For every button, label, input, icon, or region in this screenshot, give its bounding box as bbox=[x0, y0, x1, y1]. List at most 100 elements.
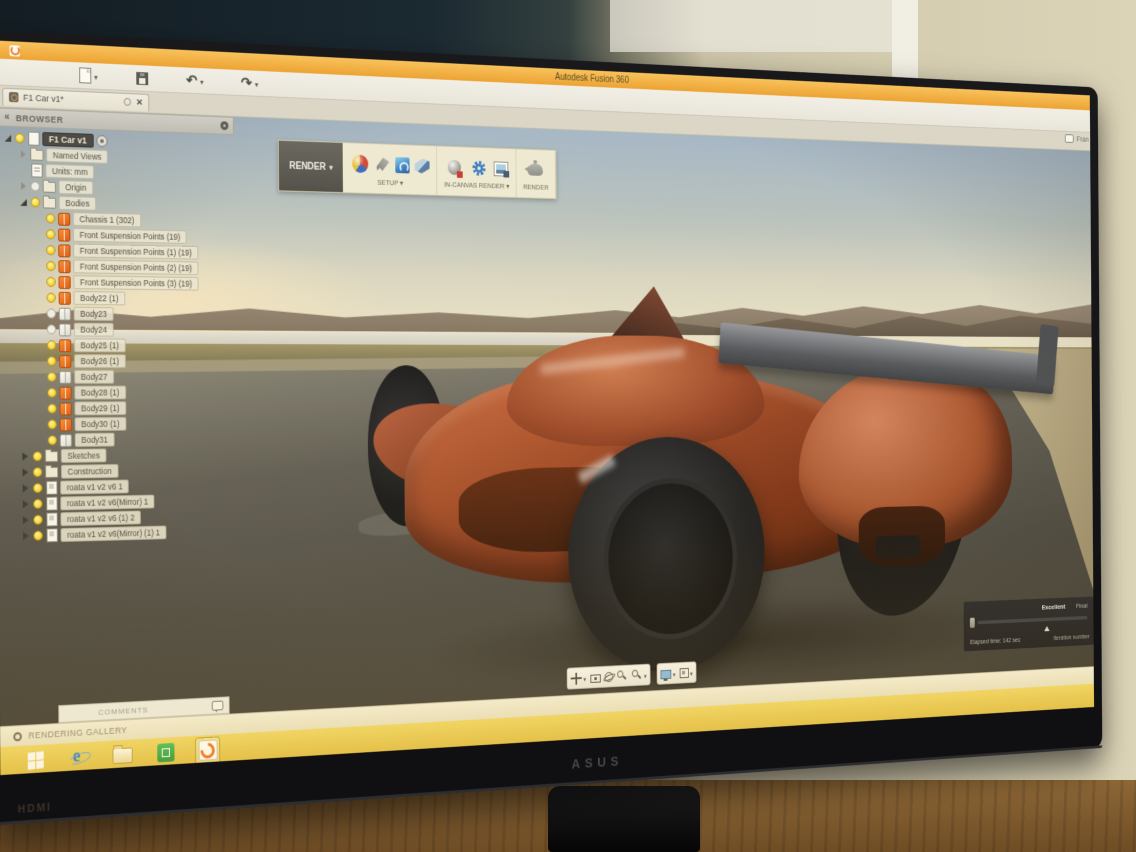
toolbar-group-label[interactable]: RENDER bbox=[523, 182, 548, 191]
in-canvas-render-button[interactable] bbox=[445, 155, 465, 180]
comments-expand-icon[interactable] bbox=[212, 701, 224, 711]
tree-item-label[interactable]: F1 Car v1 bbox=[42, 132, 93, 148]
decal-button[interactable] bbox=[395, 157, 409, 173]
tree-expand-icon[interactable] bbox=[18, 182, 28, 190]
visibility-bulb-icon[interactable] bbox=[46, 261, 55, 271]
tree-item-label[interactable]: Body28 (1) bbox=[74, 386, 125, 400]
visibility-bulb-icon[interactable] bbox=[47, 309, 56, 319]
render-settings-button[interactable] bbox=[469, 155, 489, 180]
document-tab[interactable]: F1 Car v1* ✕ bbox=[2, 87, 149, 111]
toolbar-group-label[interactable]: IN-CANVAS RENDER ▾ bbox=[444, 180, 509, 190]
visibility-bulb-icon[interactable] bbox=[47, 340, 56, 350]
tree-item-label[interactable]: Body26 (1) bbox=[74, 354, 125, 368]
tree-expand-icon[interactable] bbox=[18, 150, 28, 158]
dropdown-caret-icon[interactable] bbox=[200, 72, 204, 90]
zoom-window-button[interactable] bbox=[617, 670, 628, 682]
teapot-render-button[interactable] bbox=[526, 157, 545, 181]
qat-undo-button[interactable] bbox=[186, 71, 204, 89]
collapse-panel-icon[interactable] bbox=[4, 112, 10, 123]
tree-row[interactable]: Body24 bbox=[0, 321, 235, 338]
tree-item-label[interactable]: Named Views bbox=[46, 148, 108, 164]
tree-row[interactable]: Body28 (1) bbox=[1, 384, 236, 401]
tree-item-label[interactable]: Body22 (1) bbox=[74, 291, 125, 305]
tree-row[interactable]: Body23 bbox=[0, 305, 235, 323]
visibility-bulb-icon[interactable] bbox=[33, 483, 42, 493]
taskbar-windows-start-button[interactable] bbox=[23, 747, 48, 774]
zoom-button[interactable] bbox=[631, 667, 646, 684]
tree-item-label[interactable]: Body30 (1) bbox=[75, 417, 126, 431]
visibility-bulb-icon[interactable] bbox=[47, 372, 56, 382]
taskbar-file-explorer-button[interactable] bbox=[111, 742, 135, 769]
dropdown-caret-icon[interactable] bbox=[255, 75, 259, 92]
tree-expand-icon[interactable] bbox=[21, 484, 31, 492]
panel-options-icon[interactable] bbox=[220, 121, 228, 130]
tree-row[interactable]: Body26 (1) bbox=[1, 353, 236, 369]
qat-redo-button[interactable] bbox=[241, 74, 258, 92]
tree-expand-icon[interactable] bbox=[21, 468, 31, 476]
tree-expand-icon[interactable] bbox=[3, 134, 13, 142]
tree-item-label[interactable]: Front Suspension Points (2) (19) bbox=[73, 259, 198, 275]
tree-row[interactable]: Body25 (1) bbox=[1, 337, 236, 354]
visibility-bulb-icon[interactable] bbox=[33, 467, 42, 477]
tree-item-label[interactable]: roata v1 v2 v6 (1) 2 bbox=[60, 511, 141, 527]
dropdown-caret-icon[interactable] bbox=[644, 667, 647, 683]
taskbar-internet-explorer-button[interactable] bbox=[67, 744, 91, 771]
tree-expand-icon[interactable] bbox=[21, 532, 31, 540]
visibility-bulb-icon[interactable] bbox=[33, 451, 42, 461]
dropdown-caret-icon[interactable] bbox=[673, 665, 676, 681]
visibility-bulb-icon[interactable] bbox=[33, 515, 42, 525]
tree-item-label[interactable]: Front Suspension Points (3) (19) bbox=[73, 275, 198, 290]
viewport-layout-button[interactable] bbox=[679, 664, 692, 681]
scene-settings-button[interactable] bbox=[375, 156, 390, 173]
tree-item-label[interactable]: Origin bbox=[59, 180, 93, 195]
visibility-bulb-icon[interactable] bbox=[46, 277, 55, 287]
look-at-button[interactable] bbox=[590, 672, 600, 683]
activate-component-icon[interactable] bbox=[96, 135, 107, 147]
visibility-bulb-icon[interactable] bbox=[46, 245, 55, 255]
tree-item-label[interactable]: Bodies bbox=[59, 196, 96, 211]
visibility-bulb-icon[interactable] bbox=[47, 324, 56, 334]
tree-row[interactable]: Body27 bbox=[1, 369, 236, 385]
visibility-bulb-icon[interactable] bbox=[47, 388, 56, 398]
pan-button[interactable] bbox=[571, 670, 587, 687]
tree-expand-icon[interactable] bbox=[18, 198, 28, 206]
tree-item-label[interactable]: Front Suspension Points (1) (19) bbox=[73, 244, 198, 260]
texture-button[interactable] bbox=[415, 158, 430, 173]
tree-item-label[interactable]: Sketches bbox=[61, 448, 107, 462]
tree-item-label[interactable]: roata v1 v2 v6 1 bbox=[60, 480, 129, 495]
display-settings-button[interactable] bbox=[660, 665, 675, 682]
comment-bubble-icon[interactable] bbox=[1065, 134, 1074, 143]
tree-item-label[interactable]: Units: mm bbox=[45, 164, 94, 179]
orbit-button[interactable] bbox=[604, 671, 613, 682]
tree-item-label[interactable]: Construction bbox=[61, 464, 118, 479]
qat-save-button[interactable] bbox=[136, 71, 148, 84]
taskbar-fusion-360-button[interactable] bbox=[196, 737, 219, 764]
visibility-bulb-icon[interactable] bbox=[30, 181, 40, 191]
tree-item-label[interactable]: roata v1 v2 v6(Mirror) 1 bbox=[60, 495, 154, 511]
visibility-bulb-icon[interactable] bbox=[48, 419, 57, 429]
capture-image-button[interactable] bbox=[494, 161, 509, 176]
tree-item-label[interactable]: Body24 bbox=[74, 323, 114, 337]
tree-item-label[interactable]: Body23 bbox=[74, 307, 114, 321]
tree-row[interactable]: Body29 (1) bbox=[1, 400, 236, 417]
tree-item-label[interactable]: Body29 (1) bbox=[74, 401, 125, 415]
visibility-bulb-icon[interactable] bbox=[33, 531, 42, 541]
render-menu-button[interactable]: RENDER bbox=[279, 141, 344, 193]
toolbar-group-label[interactable]: SETUP ▾ bbox=[350, 177, 430, 188]
appearance-button[interactable] bbox=[350, 151, 371, 176]
visibility-bulb-icon[interactable] bbox=[47, 356, 56, 366]
visibility-bulb-icon[interactable] bbox=[46, 213, 55, 223]
tree-item-label[interactable]: Body27 bbox=[74, 370, 114, 384]
quality-slider-handle[interactable] bbox=[970, 618, 975, 628]
visibility-bulb-icon[interactable] bbox=[48, 435, 57, 445]
taskbar-green-app-button[interactable] bbox=[154, 739, 178, 766]
tree-expand-icon[interactable] bbox=[21, 516, 31, 524]
visibility-bulb-icon[interactable] bbox=[46, 293, 55, 303]
tree-item-label[interactable]: Front Suspension Points (19) bbox=[73, 228, 187, 244]
visibility-bulb-icon[interactable] bbox=[31, 197, 41, 207]
tree-item-label[interactable]: roata v1 v2 v6(Mirror) (1) 1 bbox=[61, 526, 167, 542]
tree-item-label[interactable]: Chassis 1 (302) bbox=[73, 212, 141, 227]
visibility-bulb-icon[interactable] bbox=[15, 133, 25, 143]
tree-expand-icon[interactable] bbox=[21, 500, 31, 508]
qat-menu-grid-button[interactable] bbox=[27, 66, 40, 81]
